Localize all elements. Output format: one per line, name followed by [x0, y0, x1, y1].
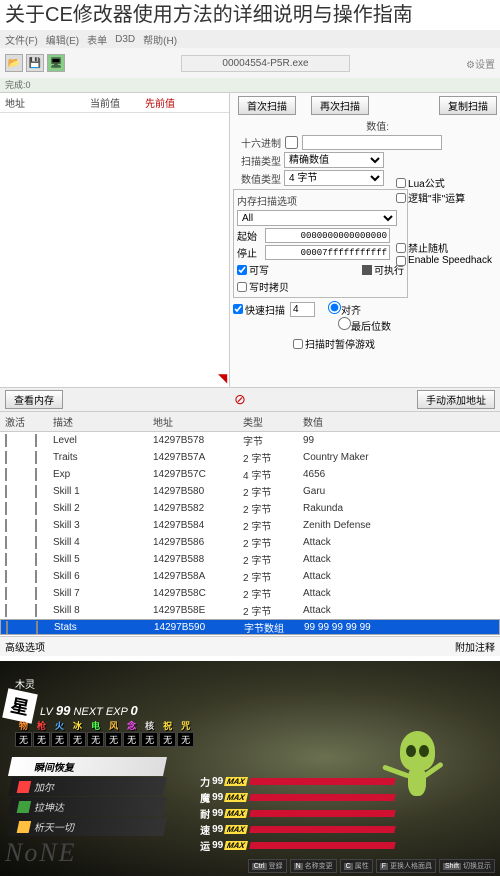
stop-input[interactable] [265, 245, 390, 260]
fastscan-input[interactable] [290, 302, 315, 317]
table-row[interactable]: Stats14297B590字节数组99 99 99 99 99 [0, 619, 500, 635]
cow-checkbox[interactable] [237, 282, 247, 292]
col-type: 类型 [243, 414, 303, 429]
settings-icon[interactable]: ⚙设置 [466, 56, 495, 71]
next-scan-button[interactable]: 再次扫描 [311, 96, 369, 115]
start-input[interactable] [265, 228, 390, 243]
table-row[interactable]: Skill 514297B5882 字节Attack [0, 551, 500, 568]
toolbar: 📂 💾 🖥 00004554-P5R.exe ⚙设置 [0, 48, 500, 78]
results-panel: 地址 当前值 先前值 [0, 93, 230, 387]
table-row[interactable]: Skill 614297B58A2 字节Attack [0, 568, 500, 585]
table-row[interactable]: Exp14297B57C4 字节4656 [0, 466, 500, 483]
none-text: NoNE [5, 838, 77, 868]
writable-checkbox[interactable] [237, 265, 247, 275]
lua-checkbox[interactable] [396, 178, 406, 188]
menu-edit[interactable]: 编辑(E) [46, 32, 79, 47]
not-checkbox[interactable] [396, 193, 406, 203]
manual-add-button[interactable]: 手动添加地址 [417, 390, 495, 409]
col-value: 数值 [303, 414, 495, 429]
stop-icon[interactable]: ⊘ [234, 391, 246, 408]
advanced-options[interactable]: 高级选项 [5, 639, 45, 654]
speedhack-checkbox[interactable] [396, 256, 406, 266]
col-desc: 描述 [53, 414, 153, 429]
arrow-icon: ◥ [218, 371, 227, 385]
add-comment[interactable]: 附加注释 [455, 639, 495, 654]
open-process-icon[interactable]: 📂 [5, 54, 23, 72]
view-memory-button[interactable]: 查看内存 [5, 390, 63, 409]
stat-bars: 力99MAX魔99MAX耐99MAX速99MAX运99MAX [200, 773, 395, 854]
valtype-label: 数值类型 [233, 171, 281, 186]
menu-d3d[interactable]: D3D [115, 34, 135, 45]
copy-scan-button[interactable]: 复制扫描 [439, 96, 497, 115]
scan-panel: 首次扫描 再次扫描 复制扫描 数值: 十六进制 扫描类型精确数值 数值类型4 字… [230, 93, 500, 387]
scantype-label: 扫描类型 [233, 153, 281, 168]
table-row[interactable]: Skill 414297B5862 字节Attack [0, 534, 500, 551]
hex-checkbox[interactable] [284, 136, 299, 149]
lastdigit-radio[interactable] [338, 317, 351, 330]
menu-file[interactable]: 文件(F) [5, 32, 38, 47]
menu-table[interactable]: 表单 [87, 32, 107, 47]
game-button-hints: Ctrl登録N名称变更C属性F更换人格面具Shift切换显示 [248, 859, 495, 873]
table-row[interactable]: Level14297B578字节99 [0, 432, 500, 449]
save-icon[interactable]: 💾 [26, 54, 44, 72]
table-row[interactable]: Skill 814297B58E2 字节Attack [0, 602, 500, 619]
pause-checkbox[interactable] [293, 339, 303, 349]
menubar: 文件(F) 编辑(E) 表单 D3D 帮助(H) [0, 30, 500, 48]
col-address: 地址 [5, 95, 90, 110]
level-display: LV 99 NEXT EXP 0 [40, 703, 138, 718]
value-label: 数值: [341, 118, 389, 133]
col-current: 当前值 [90, 95, 145, 110]
fastscan-checkbox[interactable] [233, 304, 243, 314]
col-previous: 先前值 [145, 95, 175, 110]
table-row[interactable]: Skill 314297B5842 字节Zenith Defense [0, 517, 500, 534]
region-select[interactable]: All [237, 210, 397, 226]
page-title: 关于CE修改器使用方法的详细说明与操作指南 [0, 0, 500, 30]
resistance-row: 物无枪无火无冰无电无风无念无核无祝无咒无 [15, 719, 194, 747]
skill-list: 瞬间恢复加尔拉坤达析天一切 [10, 756, 165, 837]
valtype-select[interactable]: 4 字节 [284, 170, 384, 186]
memory-options: 内存扫描选项 All 起始 停止 可写 可执行 写时拷贝 [233, 189, 408, 298]
monitor-icon[interactable]: 🖥 [47, 54, 65, 72]
table-row[interactable]: Traits14297B57A2 字节Country Maker [0, 449, 500, 466]
persona-arcana: 木灵 [15, 676, 35, 691]
first-scan-button[interactable]: 首次扫描 [238, 96, 296, 115]
game-screenshot: 木灵 星 LV 99 NEXT EXP 0 物无枪无火无冰无电无风无念无核无祝无… [0, 661, 500, 876]
process-name: 00004554-P5R.exe [181, 55, 349, 72]
table-row[interactable]: Skill 214297B5822 字节Rakunda [0, 500, 500, 517]
table-row[interactable]: Skill 114297B5802 字节Garu [0, 483, 500, 500]
hex-label: 十六进制 [233, 135, 281, 150]
col-addr: 地址 [153, 414, 243, 429]
cheat-table: 激活 描述 地址 类型 数值 Level14297B578字节99Traits1… [0, 411, 500, 636]
value-input[interactable] [302, 135, 442, 150]
col-active: 激活 [5, 414, 35, 429]
align-radio[interactable] [328, 301, 341, 314]
random-checkbox[interactable] [396, 243, 406, 253]
table-row[interactable]: Skill 714297B58C2 字节Attack [0, 585, 500, 602]
scantype-select[interactable]: 精确数值 [284, 152, 384, 168]
progress-bar: 完成:0 [0, 78, 500, 92]
menu-help[interactable]: 帮助(H) [143, 32, 177, 47]
